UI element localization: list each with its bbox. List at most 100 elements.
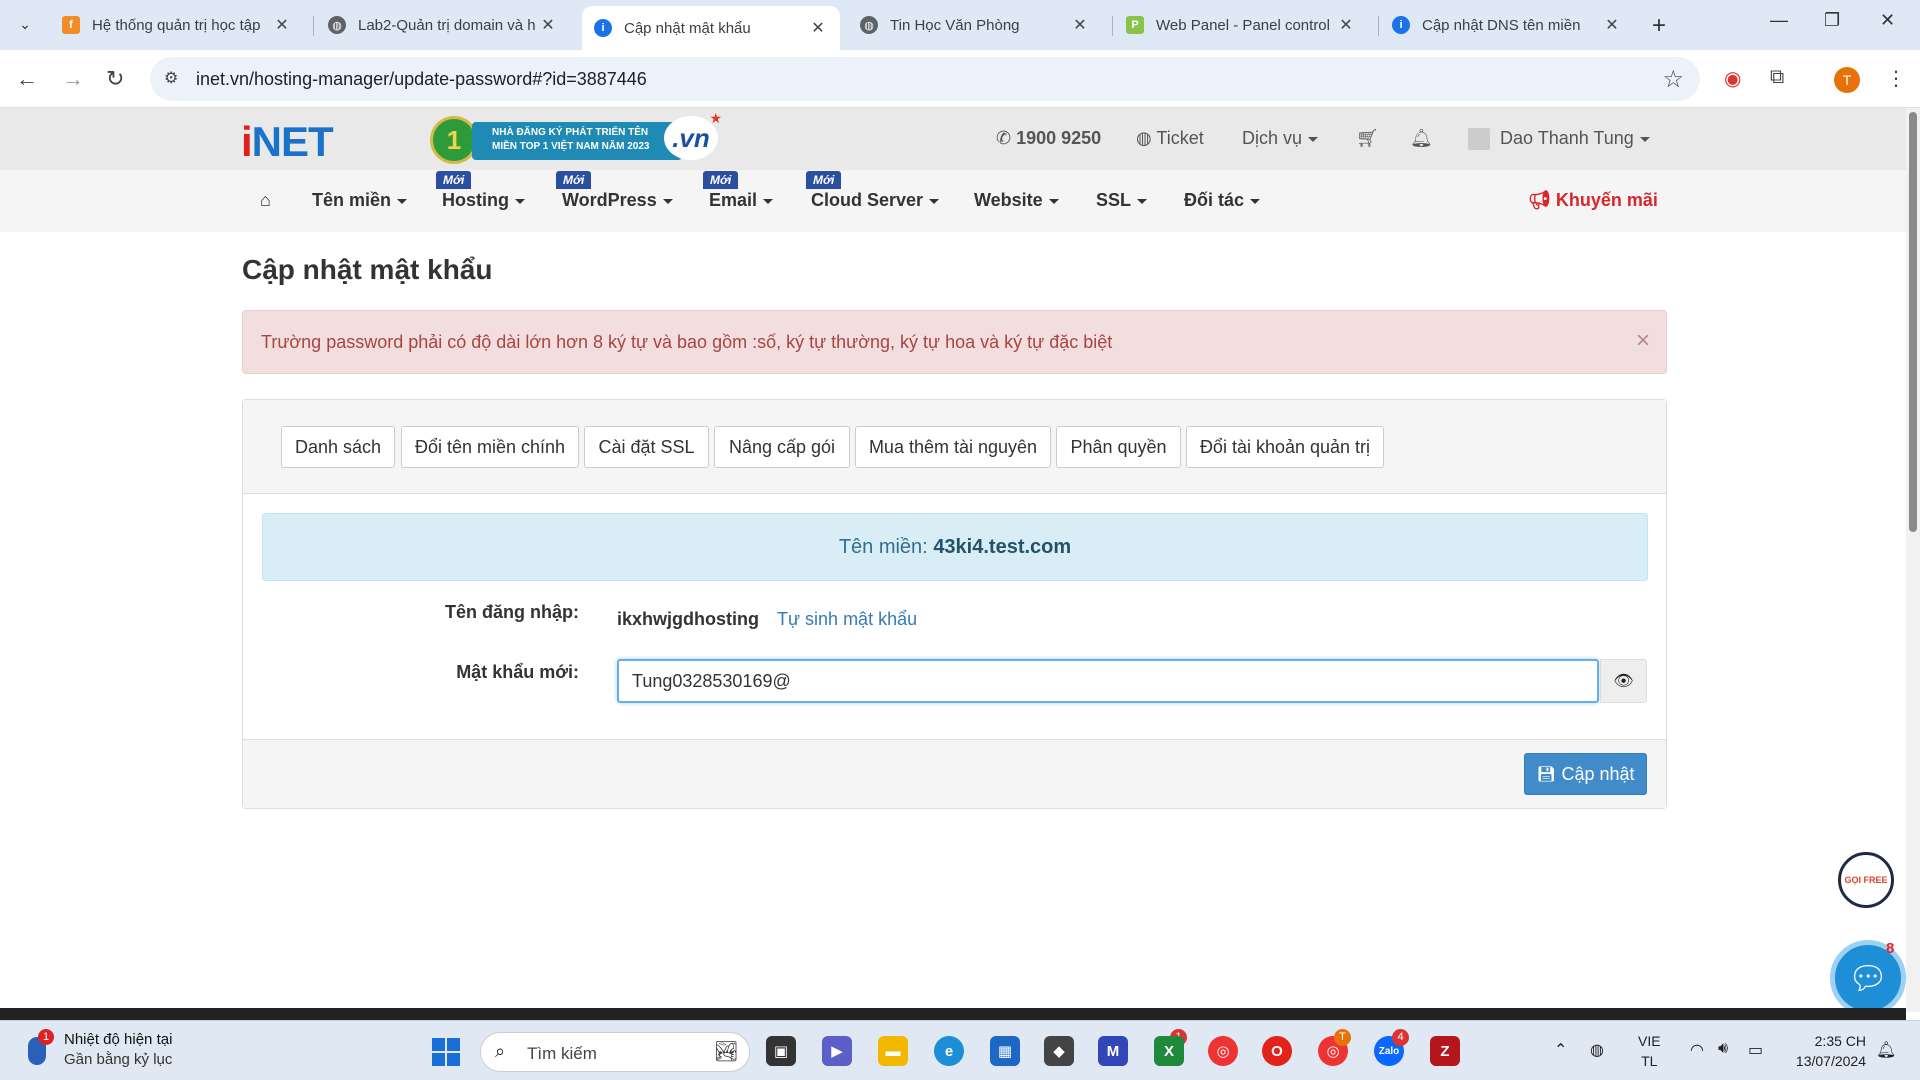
system-clock[interactable]: 2:35 CH 13/07/2024 bbox=[1786, 1031, 1866, 1071]
back-icon[interactable]: ← bbox=[16, 66, 38, 92]
nav-ssl[interactable]: SSL bbox=[1096, 190, 1148, 211]
language-indicator[interactable]: VIE TL bbox=[1638, 1031, 1661, 1071]
close-tab-icon[interactable]: ✕ bbox=[1602, 15, 1622, 35]
scrollbar-thumb[interactable] bbox=[1909, 112, 1917, 532]
extension-icon[interactable]: ◉ bbox=[1724, 66, 1741, 91]
change-admin-account-button[interactable]: Đổi tài khoản quản trị bbox=[1186, 426, 1384, 468]
browser-tab-4[interactable]: ◍ Tin Học Văn Phòng ✕ bbox=[848, 6, 1102, 44]
browser-tab-1[interactable]: f Hệ thống quản trị học tập ✕ bbox=[50, 6, 304, 44]
file-explorer-icon[interactable]: ▬ bbox=[878, 1036, 908, 1066]
install-ssl-button[interactable]: Cài đặt SSL bbox=[584, 426, 709, 468]
close-window-icon[interactable]: ✕ bbox=[1880, 10, 1895, 31]
site-settings-icon[interactable]: ⚙ bbox=[164, 68, 178, 88]
minimize-icon[interactable]: — bbox=[1770, 10, 1788, 31]
browser-tab-5[interactable]: P Web Panel - Panel control ✕ bbox=[1114, 6, 1368, 44]
notification-bell-icon[interactable]: 🔔︎ bbox=[1876, 1040, 1896, 1060]
home-icon[interactable]: ⌂ bbox=[260, 190, 271, 211]
restore-icon[interactable]: ❐ bbox=[1824, 10, 1840, 31]
domain-value: 43ki4.test.com bbox=[933, 536, 1072, 558]
store-icon[interactable]: ▦ bbox=[990, 1036, 1020, 1066]
reload-icon[interactable]: ↻ bbox=[106, 66, 124, 92]
domain-label: Tên miền: bbox=[838, 536, 928, 558]
nav-email[interactable]: Email bbox=[709, 190, 774, 211]
free-call-support-icon[interactable]: GỌI FREE bbox=[1838, 852, 1894, 908]
tab-search-chevron-icon[interactable]: ⌄ bbox=[12, 10, 38, 38]
forward-icon[interactable]: → bbox=[62, 66, 84, 92]
app-cube-icon[interactable]: ◆ bbox=[1044, 1036, 1074, 1066]
close-tab-icon[interactable]: ✕ bbox=[1336, 15, 1356, 35]
domain-info-box: Tên miền: 43ki4.test.com bbox=[262, 513, 1648, 581]
excel-icon[interactable]: X bbox=[1154, 1036, 1184, 1066]
permissions-button[interactable]: Phân quyền bbox=[1056, 426, 1181, 468]
volume-icon[interactable]: 🔊︎ bbox=[1718, 1040, 1728, 1058]
teams-chat-icon[interactable]: ▶ bbox=[822, 1036, 852, 1066]
browser-tab-6[interactable]: i Cập nhật DNS tên miền ✕ bbox=[1380, 6, 1634, 44]
nav-domain[interactable]: Tên miền bbox=[312, 190, 408, 211]
edge-icon[interactable]: e bbox=[934, 1036, 964, 1066]
tab-label: Cập nhật DNS tên miền bbox=[1422, 16, 1581, 34]
nav-cloud-server[interactable]: Cloud Server bbox=[811, 190, 940, 211]
cart-icon[interactable]: 🛒︎ bbox=[1356, 128, 1379, 149]
windows-taskbar: 1 Nhiệt độ hiện tại Gần bằng kỷ lục ⌕ Tì… bbox=[0, 1020, 1920, 1080]
app-m-icon[interactable]: M bbox=[1098, 1036, 1128, 1066]
profile-avatar[interactable]: T bbox=[1834, 67, 1860, 93]
chrome-icon[interactable]: ◎ bbox=[1208, 1036, 1238, 1066]
award-vn-logo: .vn bbox=[664, 110, 722, 160]
inet-logo[interactable]: iNET bbox=[241, 118, 334, 166]
phone-icon: ✆ bbox=[996, 128, 1017, 148]
nav-hosting[interactable]: Hosting bbox=[442, 190, 525, 211]
change-primary-domain-button[interactable]: Đổi tên miền chính bbox=[401, 426, 579, 468]
promo-link[interactable]: 📢︎ Khuyến mãi bbox=[1528, 190, 1658, 211]
upgrade-plan-button[interactable]: Nâng cấp gói bbox=[714, 426, 850, 468]
filezilla-icon[interactable]: Z bbox=[1430, 1036, 1460, 1066]
close-tab-icon[interactable]: ✕ bbox=[538, 15, 558, 35]
ticket-link[interactable]: ◍ Ticket bbox=[1136, 128, 1204, 149]
caret-down-icon bbox=[662, 198, 673, 204]
close-tab-icon[interactable]: ✕ bbox=[808, 18, 828, 38]
page-scrollbar[interactable] bbox=[1906, 108, 1920, 1012]
buy-resources-button[interactable]: Mua thêm tài nguyên bbox=[855, 426, 1051, 468]
close-tab-icon[interactable]: ✕ bbox=[272, 15, 292, 35]
extensions-puzzle-icon[interactable]: ⧉ bbox=[1770, 66, 1784, 89]
wifi-icon[interactable]: ◠ bbox=[1690, 1040, 1704, 1060]
taskbar-search[interactable]: ⌕ Tìm kiếm 🏞︎ bbox=[480, 1032, 750, 1072]
task-view-icon[interactable]: ▣ bbox=[766, 1036, 796, 1066]
close-icon[interactable]: × bbox=[1636, 327, 1650, 355]
browser-tab-2[interactable]: ◍ Lab2-Quản trị domain và h ✕ bbox=[316, 6, 570, 44]
username-label: Tên đăng nhập: bbox=[445, 602, 579, 622]
nav-wordpress[interactable]: WordPress bbox=[562, 190, 673, 211]
eye-icon[interactable]: 👁︎ bbox=[1600, 659, 1647, 703]
generate-password-link[interactable]: Tự sinh mật khẩu bbox=[777, 609, 917, 630]
chat-bubble-icon[interactable]: 💬︎ bbox=[1830, 940, 1906, 1016]
save-disk-icon: 💾︎ bbox=[1536, 766, 1556, 783]
url-text[interactable]: inet.vn/hosting-manager/update-password#… bbox=[196, 69, 647, 90]
update-button[interactable]: 💾︎ Cập nhật bbox=[1524, 753, 1647, 795]
tray-chevron-icon[interactable]: ⌃ bbox=[1554, 1040, 1567, 1060]
opera-icon[interactable]: O bbox=[1262, 1036, 1292, 1066]
tab-label: Web Panel - Panel control bbox=[1156, 16, 1330, 34]
services-dropdown[interactable]: Dịch vụ bbox=[1242, 128, 1319, 149]
battery-icon[interactable]: ▭ bbox=[1748, 1040, 1763, 1060]
new-password-label: Mật khẩu mới: bbox=[456, 662, 579, 682]
list-button[interactable]: Danh sách bbox=[281, 426, 395, 468]
globe-icon: ◍ bbox=[860, 16, 878, 34]
new-tab-icon[interactable]: + bbox=[1652, 12, 1666, 40]
user-menu[interactable]: Dao Thanh Tung bbox=[1468, 128, 1650, 151]
close-tab-icon[interactable]: ✕ bbox=[1070, 15, 1090, 35]
browser-menu-icon[interactable]: ⋮ bbox=[1886, 66, 1906, 91]
new-password-input[interactable] bbox=[617, 659, 1599, 703]
nav-website[interactable]: Website bbox=[974, 190, 1059, 211]
bookmark-star-icon[interactable]: ☆ bbox=[1662, 65, 1684, 94]
chrome-profile-badge: T bbox=[1334, 1029, 1351, 1046]
zalo-badge: 4 bbox=[1392, 1029, 1409, 1046]
bell-icon[interactable]: 🔔︎ bbox=[1410, 128, 1433, 149]
browser-tab-3-active[interactable]: i Cập nhật mật khẩu ✕ bbox=[582, 6, 840, 50]
nav-partner[interactable]: Đối tác bbox=[1184, 190, 1261, 211]
windows-start-icon[interactable] bbox=[432, 1038, 460, 1066]
hotline[interactable]: ✆ 1900 9250 bbox=[996, 128, 1101, 149]
weather-title[interactable]: Nhiệt độ hiện tại bbox=[64, 1031, 172, 1048]
network-globe-icon[interactable]: ◍ bbox=[1590, 1040, 1604, 1060]
url-omnibox[interactable]: ⚙ inet.vn/hosting-manager/update-passwor… bbox=[150, 57, 1700, 101]
megaphone-icon: 📢︎ bbox=[1528, 190, 1556, 210]
weather-subtitle[interactable]: Gần bằng kỷ lục bbox=[64, 1051, 172, 1068]
